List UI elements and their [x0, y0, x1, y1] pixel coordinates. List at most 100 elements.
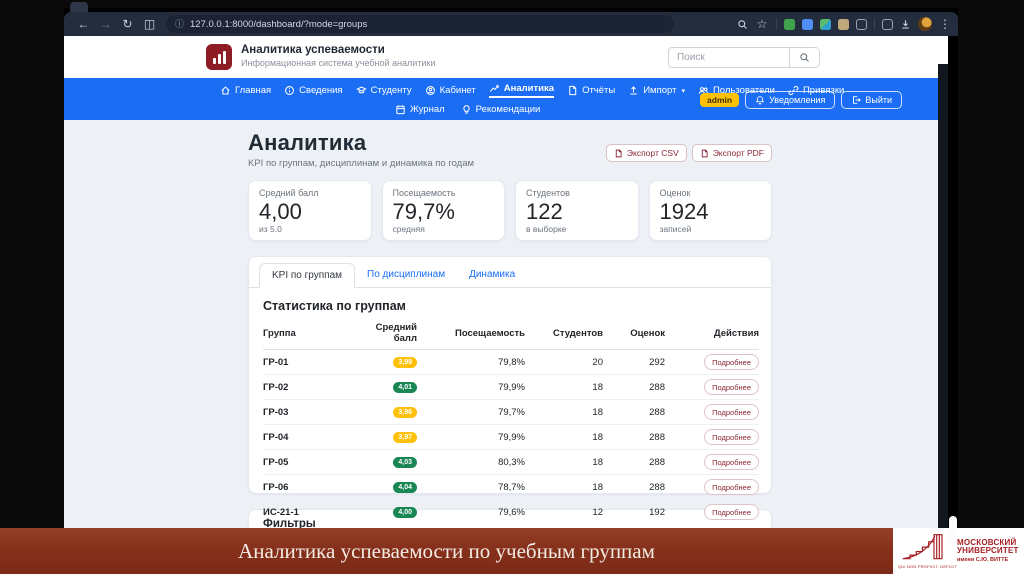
logout-label: Выйти	[865, 95, 892, 105]
students-value: 18	[525, 475, 603, 500]
search-input[interactable]	[668, 47, 790, 68]
nav-label: Отчёты	[582, 85, 615, 96]
kpi-card-students: Студентов 122 в выборке	[515, 180, 639, 241]
refresh-button[interactable]: ↻	[117, 12, 138, 36]
details-button[interactable]: Подробнее	[704, 454, 759, 470]
kpi-note: записей	[660, 224, 762, 234]
app-subtitle: Информационная система учебной аналитики	[241, 58, 435, 68]
page-scrollbar[interactable]	[938, 64, 948, 538]
site-info-icon[interactable]: ⓘ	[175, 15, 184, 33]
extensions-puzzle-icon[interactable]	[856, 19, 867, 30]
file-icon	[614, 149, 623, 158]
group-name: ГР-05	[263, 450, 351, 475]
grades-value: 292	[603, 350, 665, 375]
attendance-value: 79,9%	[417, 375, 525, 400]
nav-item-import[interactable]: Импорт ▾	[628, 85, 685, 96]
tab-kpi-groups[interactable]: KPI по группам	[259, 263, 355, 288]
extension-teal-icon[interactable]	[820, 19, 831, 30]
lightbulb-icon	[461, 104, 472, 115]
notifications-button[interactable]: Уведомления	[745, 91, 835, 109]
avg-badge: 3,99	[393, 357, 417, 368]
export-pdf-button[interactable]: Экспорт PDF	[692, 144, 772, 162]
group-name: ГР-02	[263, 375, 351, 400]
graduation-cap-icon	[356, 85, 367, 96]
table-row: ГР-02 4,01 79,9% 18 288 Подробнее	[263, 375, 759, 400]
nav-item-analytics[interactable]: Аналитика	[489, 83, 554, 98]
logout-icon	[851, 95, 861, 105]
browser-menu-icon[interactable]: ⋮	[939, 12, 949, 36]
students-value: 18	[525, 375, 603, 400]
url-bar[interactable]: ⓘ 127.0.0.1:8000/dashboard/?mode=groups	[166, 15, 674, 33]
nav-item-reports[interactable]: Отчёты	[567, 85, 615, 96]
toolbar-search-icon[interactable]	[737, 19, 748, 30]
section-heading: Статистика по группам	[263, 299, 757, 313]
downloads-icon[interactable]	[900, 19, 911, 30]
students-value: 18	[525, 450, 603, 475]
toolbar-right: ☆ ⋮	[737, 12, 949, 36]
export-csv-button[interactable]: Экспорт CSV	[606, 144, 687, 162]
kpi-label: Оценок	[660, 188, 762, 198]
file-icon	[567, 85, 578, 96]
col-grades: Оценок	[603, 319, 665, 350]
bookmark-star-icon[interactable]: ☆	[755, 12, 769, 36]
grades-value: 288	[603, 475, 665, 500]
profile-avatar[interactable]	[918, 17, 932, 31]
back-button[interactable]: ←	[73, 12, 94, 36]
nav-item-home[interactable]: Главная	[220, 85, 271, 96]
browser-tab-stub[interactable]	[70, 2, 88, 12]
avg-badge: 3,97	[393, 432, 417, 443]
attendance-value: 78,7%	[417, 475, 525, 500]
details-button[interactable]: Подробнее	[704, 379, 759, 395]
col-avg: Средний балл	[351, 319, 417, 350]
nav-item-recommendations[interactable]: Рекомендации	[461, 104, 541, 115]
nav-item-student[interactable]: Студенту	[356, 85, 412, 96]
kpi-cards: Средний балл 4,00 из 5.0 Посещаемость 79…	[248, 180, 772, 241]
kpi-value: 4,00	[259, 199, 361, 224]
avg-badge: 3,96	[393, 407, 417, 418]
page-head: Аналитика KPI по группам, дисциплинам и …	[248, 130, 772, 169]
browser-window: ← → ↻ ◫ ⓘ 127.0.0.1:8000/dashboard/?mode…	[64, 8, 958, 538]
slide-caption: Аналитика успеваемости по учебным группа…	[0, 528, 893, 574]
bell-icon	[755, 95, 765, 105]
kpi-label: Студентов	[526, 188, 628, 198]
details-button[interactable]: Подробнее	[704, 354, 759, 370]
details-button[interactable]: Подробнее	[704, 429, 759, 445]
browser-toolbar: ← → ↻ ◫ ⓘ 127.0.0.1:8000/dashboard/?mode…	[64, 12, 958, 36]
details-button[interactable]: Подробнее	[704, 504, 759, 520]
groups-table: Группа Средний балл Посещаемость Студент…	[263, 319, 759, 524]
extension-folder-icon[interactable]	[838, 19, 849, 30]
scrollbar-thumb[interactable]	[949, 516, 957, 544]
table-row: ГР-06 4,04 78,7% 18 288 Подробнее	[263, 475, 759, 500]
upload-icon	[628, 85, 639, 96]
kpi-label: Средний балл	[259, 188, 361, 198]
col-attendance: Посещаемость	[417, 319, 525, 350]
screen: ← → ↻ ◫ ⓘ 127.0.0.1:8000/dashboard/?mode…	[0, 0, 1024, 574]
details-button[interactable]: Подробнее	[704, 479, 759, 495]
col-actions: Действия	[665, 319, 759, 350]
group-name: ГР-01	[263, 350, 351, 375]
header-search	[668, 47, 820, 68]
slide-banner: Аналитика успеваемости по учебным группа…	[0, 528, 1024, 574]
search-button[interactable]	[790, 47, 820, 68]
search-icon	[799, 52, 810, 63]
forward-button[interactable]: →	[95, 12, 116, 36]
nav-label: Журнал	[410, 104, 445, 115]
avg-badge: 4,04	[393, 482, 417, 493]
file-icon	[700, 149, 709, 158]
nav-item-info[interactable]: Сведения	[284, 85, 342, 96]
cart-icon[interactable]	[882, 19, 893, 30]
extension-blue-icon[interactable]	[802, 19, 813, 30]
nav-label: Сведения	[299, 85, 342, 96]
details-button[interactable]: Подробнее	[704, 404, 759, 420]
nav-item-journal[interactable]: Журнал	[395, 104, 445, 115]
info-icon	[284, 85, 295, 96]
logout-button[interactable]: Выйти	[841, 91, 902, 109]
side-panel-button[interactable]: ◫	[139, 12, 160, 36]
university-logo: QUI NON PROFICIT, DEFICIT МОСКОВСКИЙ УНИ…	[893, 528, 1024, 574]
tab-disciplines[interactable]: По дисциплинам	[355, 263, 457, 287]
tab-dynamics[interactable]: Динамика	[457, 263, 527, 287]
nav-item-cabinet[interactable]: Кабинет	[425, 85, 476, 96]
extension-shield-icon[interactable]	[784, 19, 795, 30]
kpi-label: Посещаемость	[393, 188, 495, 198]
kpi-card-attendance: Посещаемость 79,7% средняя	[382, 180, 506, 241]
